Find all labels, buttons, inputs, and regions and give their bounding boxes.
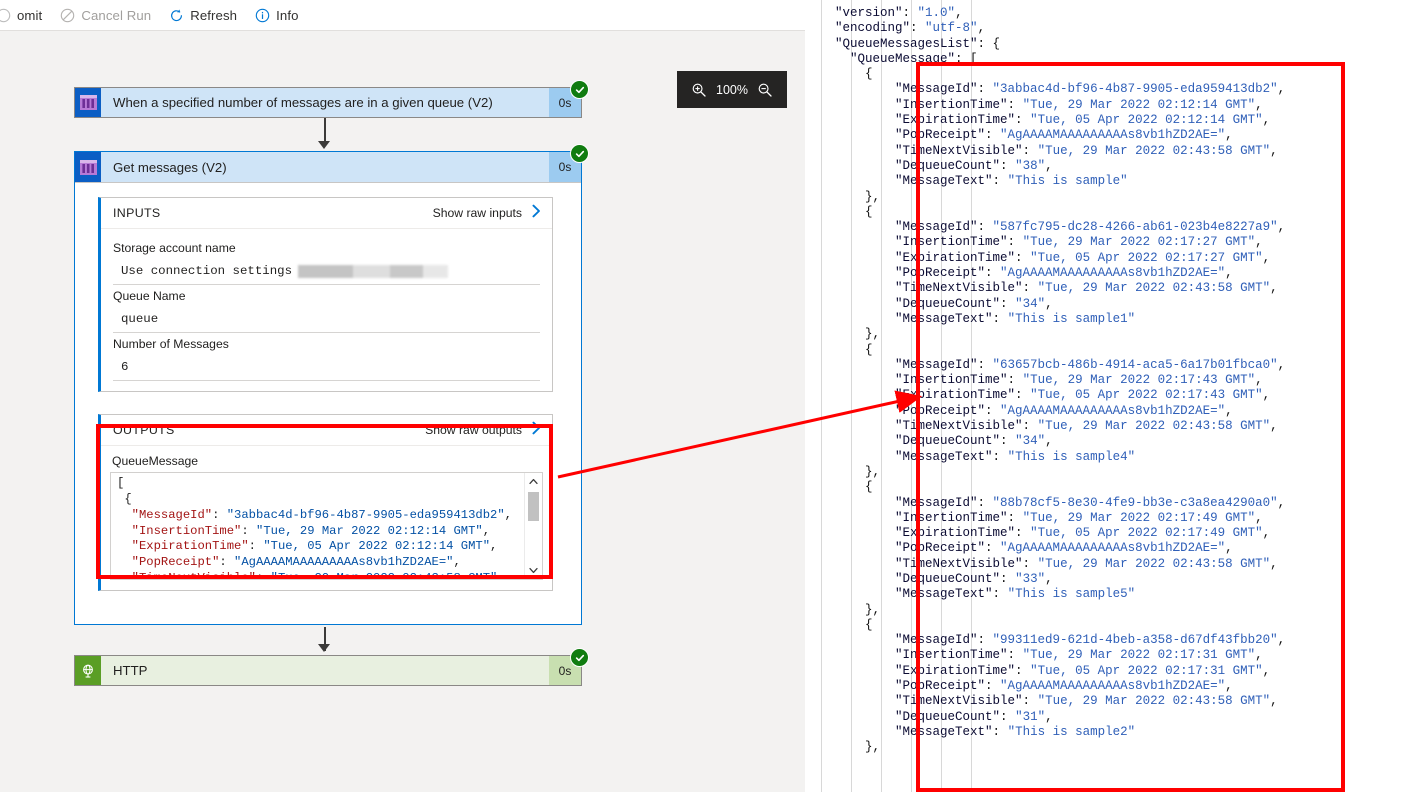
chevron-right-icon: [531, 421, 542, 440]
cancel-icon: [60, 8, 75, 23]
refresh-icon: [169, 8, 184, 23]
outputs-field-label: QueueMessage: [112, 454, 199, 468]
command-toolbar: omit Cancel Run Refresh Info: [0, 0, 805, 30]
storage-account-text: Use connection settings: [121, 264, 293, 278]
connector-trigger-to-action: [324, 118, 326, 143]
toolbar-item-info-label: Info: [276, 7, 299, 23]
globe-icon: [75, 656, 101, 685]
raw-json-code-area: "version": "1.0", "encoding": "utf-8", "…: [805, 0, 1285, 756]
outputs-title: OUTPUTS: [113, 423, 175, 437]
show-raw-inputs-label: Show raw inputs: [432, 206, 522, 220]
outputs-json-code: [ { "MessageId": "3abbac4d-bf96-4b87-990…: [117, 476, 512, 579]
connector-arrowhead-1: [318, 141, 330, 149]
field-label-number-of-messages: Number of Messages: [113, 337, 229, 351]
magnifier-plus-icon[interactable]: [691, 82, 707, 98]
workflow-node-trigger[interactable]: When a specified number of messages are …: [74, 80, 589, 118]
field-value-storage-account[interactable]: Use connection settings: [113, 258, 540, 285]
inputs-title: INPUTS: [113, 206, 161, 220]
chevron-down-icon[interactable]: [525, 562, 542, 579]
toolbar-item-cancel-run[interactable]: Cancel Run: [51, 0, 160, 30]
toolbar-item-info[interactable]: Info: [246, 0, 307, 30]
raw-json-code: "version": "1.0", "encoding": "utf-8", "…: [835, 6, 1286, 755]
zoom-control: 100%: [677, 71, 787, 108]
trigger-title: When a specified number of messages are …: [113, 95, 493, 110]
workflow-node-http[interactable]: HTTP 0s: [74, 648, 589, 686]
action-title: Get messages (V2): [113, 159, 227, 175]
toolbar-item-refresh-label: Refresh: [190, 7, 238, 23]
magnifier-minus-icon[interactable]: [757, 82, 773, 98]
connector-arrowhead-2: [318, 644, 330, 652]
toolbar-item-submit[interactable]: omit: [0, 0, 51, 30]
field-label-queue-name: Queue Name: [113, 289, 186, 303]
zoom-level-label: 100%: [716, 82, 748, 97]
status-badge-success: [570, 144, 589, 163]
info-icon: [255, 8, 270, 23]
outputs-json-scroll-area: [ { "MessageId": "3abbac4d-bf96-4b87-990…: [111, 473, 525, 579]
show-raw-outputs-label: Show raw outputs: [425, 423, 522, 437]
http-title: HTTP: [113, 663, 148, 678]
chevron-up-icon[interactable]: [525, 473, 542, 490]
outputs-json-viewer[interactable]: [ { "MessageId": "3abbac4d-bf96-4b87-990…: [110, 472, 543, 580]
azure-queue-icon: [75, 152, 101, 182]
outputs-body: QueueMessage [ { "MessageId": "3abbac4d-…: [101, 446, 552, 590]
workflow-canvas[interactable]: 100% When a specified number of messages: [0, 31, 805, 792]
inputs-fields: Storage account name Use connection sett…: [101, 229, 552, 391]
status-badge-success: [570, 648, 589, 667]
field-value-number-of-messages[interactable]: 6: [113, 354, 540, 381]
chevron-right-icon: [531, 204, 542, 223]
raw-json-panel[interactable]: "version": "1.0", "encoding": "utf-8", "…: [805, 0, 1402, 792]
status-badge-success: [570, 80, 589, 99]
scrollbar-thumb[interactable]: [528, 492, 539, 521]
field-label-storage-account: Storage account name: [113, 241, 236, 255]
redacted-value-mask: [298, 264, 449, 278]
toolbar-item-submit-label: omit: [17, 7, 43, 23]
show-raw-outputs-link[interactable]: Show raw outputs: [425, 421, 542, 440]
inputs-section-header: INPUTS Show raw inputs: [101, 198, 552, 229]
submit-icon: [0, 8, 11, 23]
outputs-section: OUTPUTS Show raw outputs QueueMessage [ …: [98, 414, 553, 591]
outputs-section-header: OUTPUTS Show raw outputs: [101, 415, 552, 446]
toolbar-item-cancel-run-label: Cancel Run: [81, 7, 152, 23]
outputs-scrollbar[interactable]: [524, 473, 542, 579]
toolbar-item-refresh[interactable]: Refresh: [160, 0, 246, 30]
field-value-queue-name[interactable]: queue: [113, 306, 540, 333]
workflow-node-get-messages[interactable]: Get messages (V2) 0s INPUTS Show raw inp…: [74, 144, 589, 625]
show-raw-inputs-link[interactable]: Show raw inputs: [433, 204, 542, 223]
azure-queue-icon: [75, 88, 101, 117]
inputs-section: INPUTS Show raw inputs Storage account n…: [98, 197, 553, 392]
